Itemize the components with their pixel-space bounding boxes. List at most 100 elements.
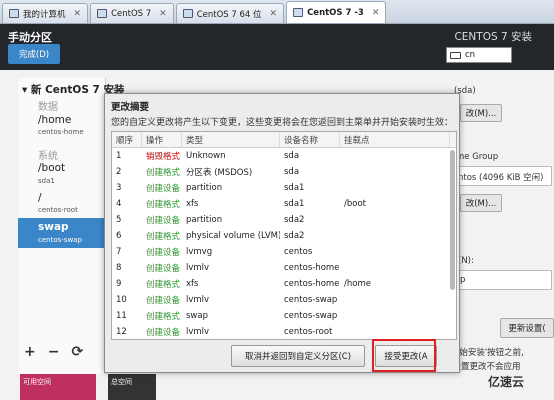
mount-item-device: sda1 — [38, 177, 55, 185]
table-cell-mount — [340, 228, 450, 244]
close-icon[interactable]: ✕ — [372, 8, 380, 18]
table-cell-type: physical volume (LVM) — [186, 231, 280, 241]
changes-table: 顺序 操作 类型 设备名称 挂载点 1 销毁格式 Unknown sda 2 创建格式 分区… — [111, 131, 457, 340]
table-row[interactable]: 7 创建设备 lvmvg centos — [112, 244, 456, 260]
done-button[interactable]: 完成(D) — [8, 44, 60, 64]
table-cell-action: 创建格式 — [146, 168, 181, 178]
close-icon[interactable]: ✕ — [159, 9, 167, 19]
table-cell-mount — [340, 180, 450, 196]
available-space-box: 可用空间 — [20, 374, 96, 400]
table-cell-mount — [340, 292, 450, 308]
table-cell-order: 9 — [116, 279, 122, 289]
modify-devices-button[interactable]: 改(M)... — [460, 104, 502, 122]
table-cell-type: 分区表 (MSDOS) — [186, 168, 253, 178]
table-cell-type: partition — [186, 215, 223, 225]
keyboard-layout-indicator[interactable]: cn — [446, 47, 512, 63]
table-cell-type: lvmlv — [186, 263, 210, 273]
table-row[interactable]: 12 创建设备 lvmlv centos-root — [112, 324, 456, 339]
mount-item-device: centos-swap — [38, 236, 82, 244]
table-cell-device: centos-home — [284, 263, 340, 273]
table-row[interactable]: 8 创建设备 lvmlv centos-home — [112, 260, 456, 276]
table-cell-mount — [340, 260, 450, 276]
column-header[interactable]: 操作 — [142, 132, 182, 147]
keyboard-layout-label: cn — [465, 50, 476, 60]
table-cell-device: centos-home — [284, 279, 340, 289]
table-row[interactable]: 11 创建格式 swap centos-swap — [112, 308, 456, 324]
watermark: 亿速云 — [485, 373, 528, 390]
vm-tab-centos7[interactable]: CentOS 7 ✕ — [90, 3, 174, 23]
column-header[interactable]: 类型 — [182, 132, 280, 147]
close-icon[interactable]: ✕ — [74, 9, 82, 19]
vm-tab-label: 我的计算机 — [23, 9, 66, 20]
table-cell-device: centos-swap — [284, 295, 338, 305]
cancel-return-button[interactable]: 取消并返回到自定义分区(C) — [231, 345, 365, 367]
column-header[interactable]: 顺序 — [112, 132, 142, 147]
table-cell-action: 销毁格式 — [146, 152, 181, 162]
mount-item-root[interactable]: / — [38, 192, 42, 204]
mount-item-device: centos-root — [38, 206, 78, 214]
volume-group-value: ntos (4096 KiB 空闲) — [458, 173, 544, 183]
vm-tab-centos7-64[interactable]: CentOS 7 64 位 ✕ — [175, 3, 285, 23]
vm-icon — [97, 9, 108, 18]
column-header[interactable]: 挂载点 — [340, 132, 450, 147]
dialog-title: 更改摘要 — [111, 102, 150, 113]
vm-icon — [182, 9, 193, 18]
refresh-icon[interactable]: ⟳ — [71, 344, 83, 360]
column-header[interactable]: 设备名称 — [280, 132, 340, 147]
table-cell-action: 创建格式 — [146, 280, 181, 290]
update-settings-button[interactable]: 更新设置( — [500, 318, 554, 338]
table-cell-type: xfs — [186, 279, 199, 289]
dialog-description: 您的自定义更改将产生以下变更，这些变更将会在您返回到主菜单并开始安装时生效： — [111, 118, 454, 128]
table-cell-device: sda2 — [284, 215, 305, 225]
table-cell-action: 创建设备 — [146, 216, 181, 226]
table-cell-order: 5 — [116, 215, 122, 225]
table-cell-order: 12 — [116, 327, 127, 337]
add-icon[interactable]: + — [24, 344, 36, 360]
table-row[interactable]: 5 创建设备 partition sda2 — [112, 212, 456, 228]
section-system: 系统 — [38, 151, 58, 162]
table-cell-mount: /home — [344, 279, 371, 289]
remove-icon[interactable]: − — [48, 344, 60, 360]
table-row[interactable]: 4 创建格式 xfs sda1/boot — [112, 196, 456, 212]
table-cell-mount — [340, 244, 450, 260]
table-cell-mount — [340, 148, 450, 164]
table-cell-order: 1 — [116, 151, 122, 161]
table-cell-action: 创建设备 — [146, 264, 181, 274]
vm-tab-label: CentOS 7 -3 — [307, 7, 364, 18]
close-icon[interactable]: ✕ — [270, 9, 278, 19]
volume-group-label: me Group — [456, 152, 499, 162]
table-row[interactable]: 6 创建格式 physical volume (LVM) sda2 — [112, 228, 456, 244]
computer-icon — [9, 9, 19, 18]
table-cell-action: 创建设备 — [146, 248, 181, 258]
vm-icon — [293, 8, 304, 17]
available-space-label: 可用空间 — [23, 378, 51, 386]
table-cell-action: 创建格式 — [146, 200, 181, 210]
table-cell-action: 创建设备 — [146, 328, 181, 338]
mount-item-swap[interactable]: swap centos-swap — [18, 218, 104, 248]
table-cell-type: lvmlv — [186, 327, 210, 337]
table-cell-order: 3 — [116, 183, 122, 193]
keyboard-icon — [450, 51, 461, 59]
table-row[interactable]: 9 创建格式 xfs centos-home/home — [112, 276, 456, 292]
mount-item-boot[interactable]: /boot — [38, 162, 65, 174]
vm-tab-centos7-3[interactable]: CentOS 7 -3 ✕ — [286, 1, 387, 23]
table-cell-device: sda — [284, 167, 300, 177]
mount-item-home[interactable]: /home — [38, 114, 71, 126]
section-data: 数据 — [38, 102, 58, 113]
name-field[interactable] — [456, 270, 552, 290]
table-cell-device: sda — [284, 151, 300, 161]
table-scrollbar[interactable] — [450, 150, 455, 290]
table-row[interactable]: 3 创建设备 partition sda1 — [112, 180, 456, 196]
vm-tab-my-computer[interactable]: 我的计算机 ✕ — [2, 3, 89, 23]
table-header: 顺序 操作 类型 设备名称 挂载点 — [112, 132, 456, 148]
mount-item-device: centos-home — [38, 128, 84, 136]
table-row[interactable]: 1 销毁格式 Unknown sda — [112, 148, 456, 164]
table-cell-action: 创建格式 — [146, 232, 181, 242]
table-cell-device: sda1 — [284, 199, 305, 209]
table-cell-order: 10 — [116, 295, 127, 305]
table-cell-type: Unknown — [186, 151, 226, 161]
table-row[interactable]: 2 创建格式 分区表 (MSDOS) sda — [112, 164, 456, 180]
modify-vg-button[interactable]: 改(M)... — [460, 194, 502, 212]
page-title: 手动分区 — [8, 31, 52, 44]
table-row[interactable]: 10 创建设备 lvmlv centos-swap — [112, 292, 456, 308]
